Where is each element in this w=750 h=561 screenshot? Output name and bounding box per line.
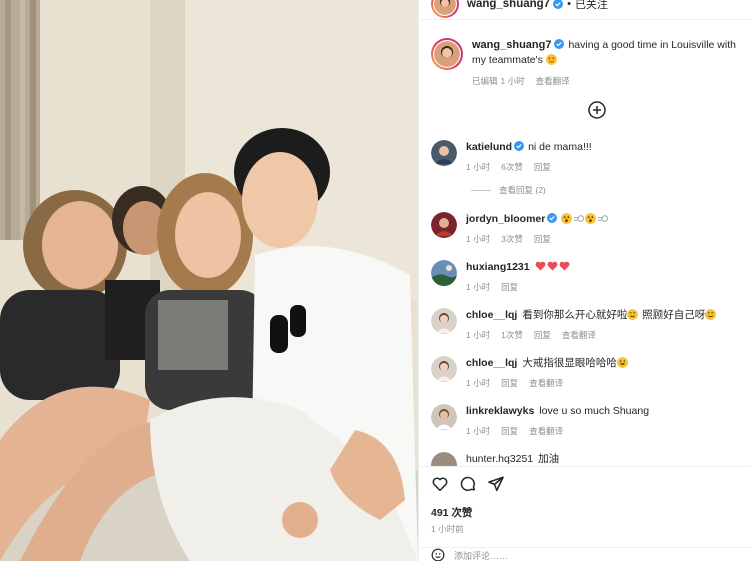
following-button[interactable]: 已关注 xyxy=(575,0,608,12)
comment-text: ni de mama!!! xyxy=(528,141,592,153)
red-heart-emoji-icon xyxy=(559,261,570,271)
translate-link[interactable]: 查看翻译 xyxy=(529,426,563,436)
caption-translate-link[interactable]: 查看翻译 xyxy=(536,76,570,86)
comment-bubble-icon[interactable] xyxy=(459,475,477,493)
add-comment-bar[interactable]: 添加评论…… xyxy=(419,547,750,561)
comment-avatar[interactable] xyxy=(431,212,457,238)
comment-time: 1 小时 xyxy=(466,162,491,172)
post-caption: wang_shuang7 having a good time in Louisv… xyxy=(431,38,743,89)
caption-username[interactable]: wang_shuang7 xyxy=(472,39,551,51)
comment-username[interactable]: jordyn_bloomer xyxy=(466,213,545,225)
red-heart-emoji-icon xyxy=(547,261,558,271)
grinning-face-emoji-icon xyxy=(616,357,628,368)
comment-likes[interactable]: 3次赞 xyxy=(501,234,523,244)
comment-username[interactable]: linkreklawyks xyxy=(466,405,534,417)
author-avatar xyxy=(434,0,456,15)
post-actions-bar: 491 次赞 1 小时前 添加评论…… xyxy=(419,466,750,561)
comment-text: 看到你那么开心就好啦 xyxy=(522,309,628,321)
comment-meta: 1 小时 1次赞 回复 查看翻译 xyxy=(466,328,736,342)
translate-link[interactable]: 查看翻译 xyxy=(562,330,596,340)
author-username[interactable]: wang_shuang7 xyxy=(467,0,550,10)
comment-item: jordyn_bloomer 1 小时 3次赞 回复 xyxy=(431,212,743,246)
comment-text: 加油 xyxy=(538,453,560,465)
reply-button[interactable]: 回复 xyxy=(534,234,551,244)
red-heart-emoji-icon xyxy=(535,261,546,271)
comment-text: love u so much Shuang xyxy=(539,405,650,417)
comment-time: 1 小时 xyxy=(466,330,491,340)
reply-button[interactable]: 回复 xyxy=(501,378,518,388)
comment-time: 1 小时 xyxy=(466,378,491,388)
smiling-face-emoji-icon xyxy=(705,309,717,320)
photo-illustration xyxy=(0,0,418,561)
heart-eyes-emoji-icon xyxy=(545,54,557,65)
comment-avatar[interactable] xyxy=(431,308,457,334)
caption-avatar-ring[interactable] xyxy=(431,38,463,70)
comment-item: linkreklawyks love u so much Shuang 1 小时回… xyxy=(431,404,743,438)
post-timestamp: 1 小时前 xyxy=(431,524,464,534)
reply-button[interactable]: 回复 xyxy=(501,282,518,292)
comment-item: huxiang1231 1 小时 回复 xyxy=(431,260,743,294)
comment-meta: 1 小时 6次赞 回复 xyxy=(466,160,736,174)
comment-text: 大戒指很显眼哈哈哈 xyxy=(522,357,617,369)
verified-badge-icon xyxy=(514,141,525,151)
verified-badge-icon xyxy=(547,213,558,223)
load-more-comments-icon[interactable] xyxy=(587,100,607,120)
action-icons xyxy=(431,475,505,493)
view-replies-link[interactable]: 查看回复 (2) xyxy=(471,184,546,196)
post-header: wang_shuang7 • 已关注 xyxy=(419,0,750,20)
comment-likes[interactable]: 1次赞 xyxy=(501,330,523,340)
comment-meta: 1 小时 回复 xyxy=(466,280,736,294)
post-detail-panel: wang_shuang7 • 已关注 wang_shuang7 having a … xyxy=(418,0,750,561)
header-separator: • xyxy=(567,0,571,10)
comment-avatar[interactable] xyxy=(431,356,457,382)
comment-item: chloe__lqj 看到你那么开心就好啦 照顾好自己呀 1 小时 1次赞 回复 查看翻… xyxy=(431,308,743,342)
comment-username[interactable]: hunter.hq3251 xyxy=(466,453,533,465)
comment-avatar[interactable] xyxy=(431,260,457,286)
astonished-face-emoji-icon xyxy=(585,213,597,224)
comment-avatar[interactable] xyxy=(431,404,457,430)
post-photo xyxy=(0,0,418,561)
comment-meta: 1 小时 3次赞 回复 xyxy=(466,232,736,246)
view-replies-label[interactable]: 查看回复 (2) xyxy=(499,184,546,196)
comment-likes[interactable]: 6次赞 xyxy=(501,162,523,172)
comment-meta: 1 小时 回复 查看翻译 xyxy=(466,424,736,438)
author-avatar-ring[interactable] xyxy=(431,0,459,18)
verified-badge-icon xyxy=(554,39,565,49)
comment-time: 1 小时 xyxy=(466,426,491,436)
translate-link[interactable]: 查看翻译 xyxy=(529,378,563,388)
comment-time: 1 小时 xyxy=(466,282,491,292)
comment-item: katielund ni de mama!!! 1 小时 6次赞 回复 xyxy=(431,140,743,174)
dashing-away-emoji-icon xyxy=(574,215,585,222)
add-comment-input[interactable]: 添加评论…… xyxy=(454,549,508,561)
comment-avatar[interactable] xyxy=(431,140,457,166)
verified-badge-icon xyxy=(553,0,564,9)
caption-time: 1 小时 xyxy=(500,76,525,86)
astonished-face-emoji-icon xyxy=(561,213,573,224)
reply-button[interactable]: 回复 xyxy=(501,426,518,436)
reply-button[interactable]: 回复 xyxy=(534,330,551,340)
like-heart-icon[interactable] xyxy=(431,475,449,493)
share-send-icon[interactable] xyxy=(487,475,505,493)
reply-button[interactable]: 回复 xyxy=(534,162,551,172)
comment-username[interactable]: chloe__lqj xyxy=(466,357,517,369)
caption-meta: 已编辑 1 小时 查看翻译 xyxy=(472,74,742,89)
view-replies-line xyxy=(471,189,491,191)
caption-avatar xyxy=(434,41,460,67)
smiling-face-emoji-icon xyxy=(627,309,639,320)
dashing-away-emoji-icon xyxy=(598,215,609,222)
comment-username[interactable]: huxiang1231 xyxy=(466,261,530,273)
likes-count[interactable]: 491 次赞 xyxy=(431,505,472,520)
emoji-picker-icon[interactable] xyxy=(431,548,445,561)
comment-meta: 1 小时 回复 查看翻译 xyxy=(466,376,736,390)
comment-username[interactable]: katielund xyxy=(466,141,512,153)
comment-item: chloe__lqj 大戒指很显眼哈哈哈 1 小时 回复 查看翻译 xyxy=(431,356,743,390)
comment-text-continued: 照顾好自己呀 xyxy=(639,309,706,321)
comment-username[interactable]: chloe__lqj xyxy=(466,309,517,321)
comment-time: 1 小时 xyxy=(466,234,491,244)
edited-label: 已编辑 xyxy=(472,76,498,86)
